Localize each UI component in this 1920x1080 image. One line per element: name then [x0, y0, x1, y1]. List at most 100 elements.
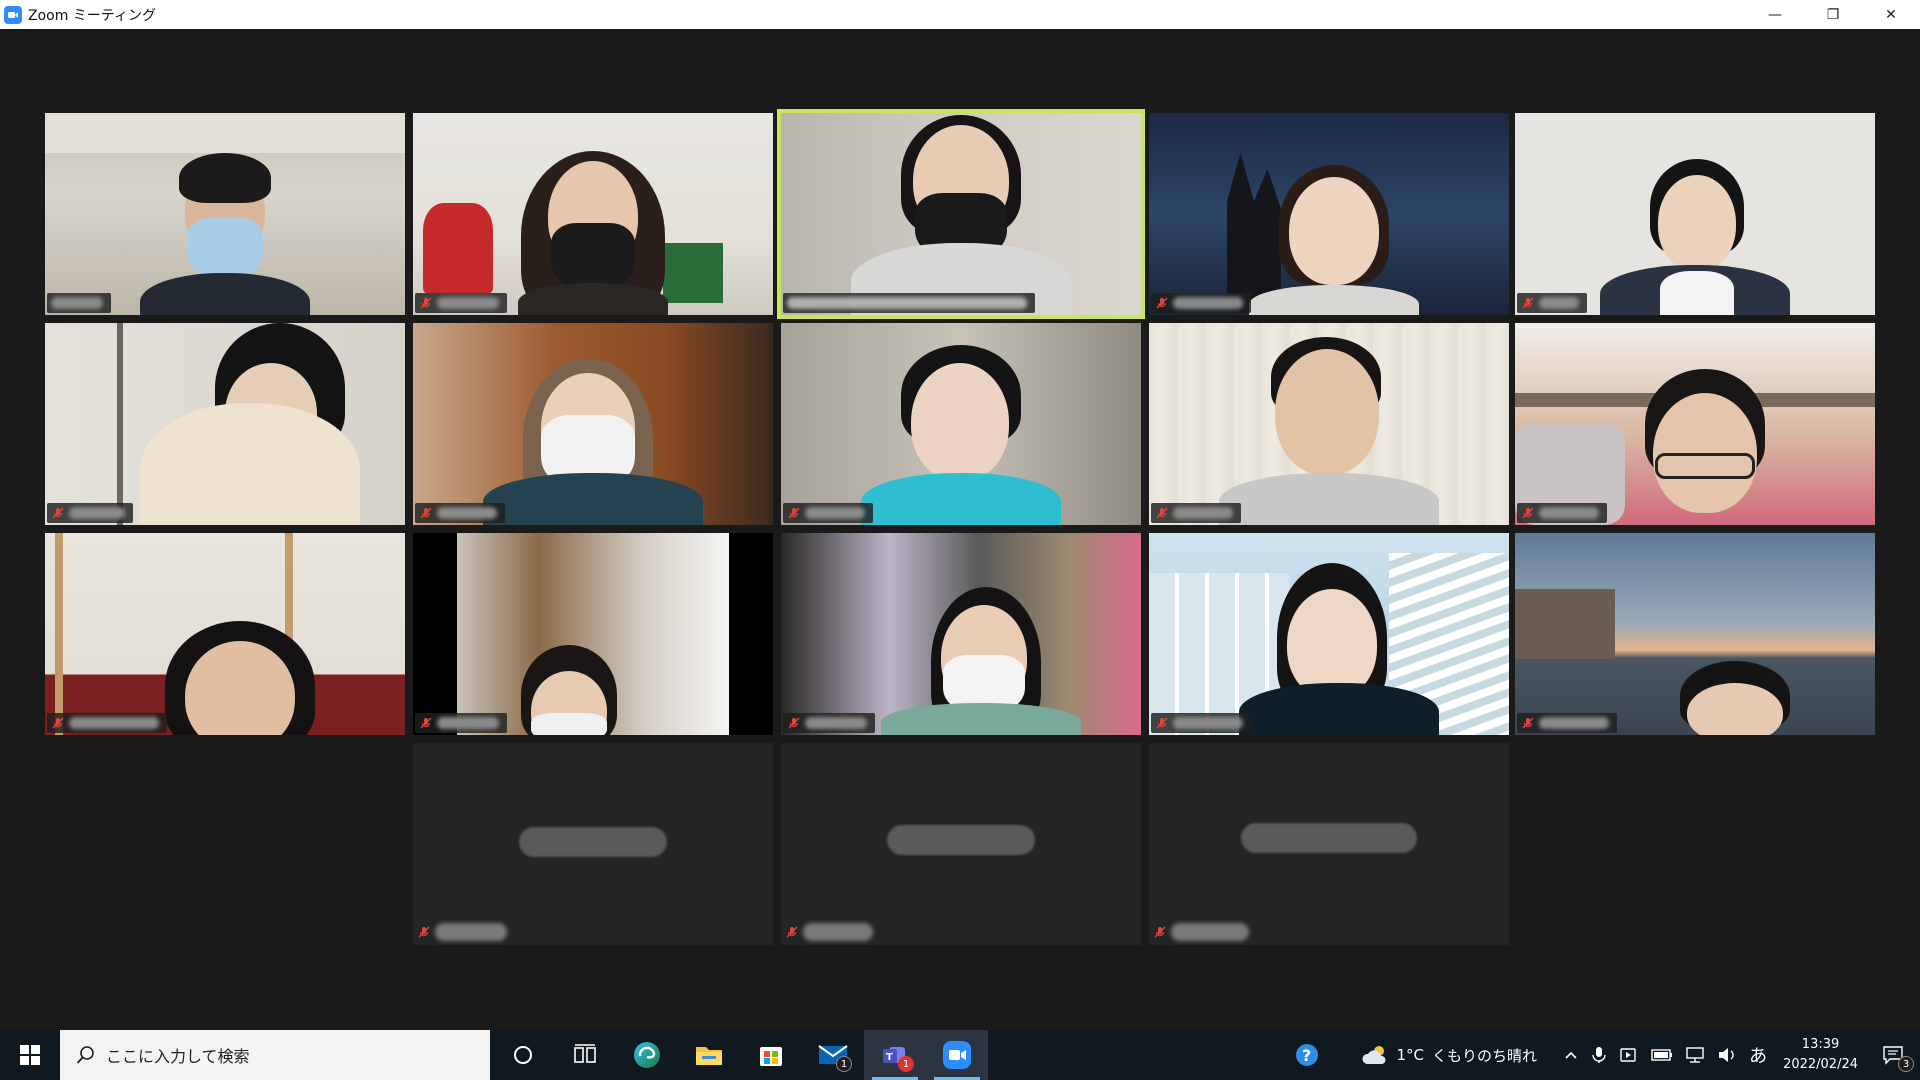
participant-name [69, 507, 125, 519]
mail-taskbar-button[interactable]: 1 [802, 1030, 864, 1080]
participant-name [437, 507, 497, 519]
muted-mic-icon [786, 926, 798, 938]
cloud-sun-icon [1361, 1046, 1386, 1064]
video-tile[interactable] [781, 533, 1141, 735]
video-tile[interactable] [1515, 113, 1875, 315]
participant-name [1539, 717, 1609, 729]
meet-now-icon [1620, 1048, 1636, 1062]
video-tile[interactable] [45, 113, 405, 315]
participant-name [437, 717, 499, 729]
microphone-tray-icon[interactable] [1585, 1030, 1613, 1080]
zoom-taskbar-button[interactable] [926, 1030, 988, 1080]
teams-taskbar-button[interactable]: T 1 [864, 1030, 926, 1080]
show-hidden-icons-button[interactable] [1557, 1030, 1585, 1080]
zoom-app-icon [4, 5, 22, 24]
muted-mic-icon [420, 507, 432, 519]
mail-unread-badge: 1 [836, 1056, 852, 1072]
minimize-button[interactable]: — [1746, 0, 1804, 29]
taskbar-clock[interactable]: 13:39 2022/02/24 [1773, 1035, 1868, 1075]
action-center-button[interactable]: 3 [1868, 1030, 1920, 1080]
svg-text:?: ? [1302, 1046, 1311, 1065]
video-tile[interactable] [1149, 113, 1509, 315]
participant-name-tag [783, 293, 1035, 313]
task-view-button[interactable] [554, 1030, 616, 1080]
close-button[interactable]: ✕ [1862, 0, 1920, 29]
video-tile-active-speaker[interactable] [777, 109, 1145, 319]
windows-taskbar: ここに入力して検索 1 T 1 ? 1°C くもりのち晴れ あ 13:39 20… [0, 1030, 1920, 1080]
taskbar-search-box[interactable]: ここに入力して検索 [60, 1030, 490, 1080]
muted-mic-icon [420, 297, 432, 309]
network-tray-icon[interactable] [1679, 1030, 1711, 1080]
weather-widget[interactable]: 1°C くもりのち晴れ [1355, 1030, 1558, 1080]
task-view-icon [574, 1044, 596, 1063]
microphone-icon [1592, 1047, 1606, 1063]
participant-name-tag [47, 293, 111, 313]
video-tile[interactable] [413, 323, 773, 525]
participant-name-tag [415, 713, 507, 733]
participant-name-tag [417, 921, 507, 943]
restore-button[interactable]: ❐ [1804, 0, 1862, 29]
video-tile[interactable] [1149, 533, 1509, 735]
participant-name-placeholder [887, 825, 1035, 855]
participant-name-tag [1517, 293, 1587, 313]
battery-icon [1651, 1049, 1673, 1061]
participant-name-tag [415, 503, 505, 523]
folder-icon [696, 1047, 722, 1065]
weather-temperature: 1°C [1396, 1046, 1425, 1064]
help-tray-button[interactable]: ? [1293, 1030, 1355, 1080]
windows-logo-icon [20, 1045, 40, 1065]
video-off-tile[interactable] [781, 743, 1141, 945]
svg-text:T: T [886, 1052, 893, 1063]
participant-name [1539, 297, 1579, 309]
muted-mic-icon [1522, 507, 1534, 519]
edge-taskbar-button[interactable] [616, 1030, 678, 1080]
start-button[interactable] [0, 1030, 60, 1080]
video-tile[interactable] [1149, 323, 1509, 525]
ime-indicator[interactable]: あ [1743, 1030, 1773, 1080]
battery-tray-icon[interactable] [1645, 1030, 1679, 1080]
muted-mic-icon [1156, 717, 1168, 729]
video-tile[interactable] [413, 533, 773, 735]
participant-name [1173, 717, 1243, 729]
participant-name [1173, 507, 1233, 519]
video-tile[interactable] [45, 533, 405, 735]
video-off-tile[interactable] [1149, 743, 1509, 945]
participant-name-tag [1151, 293, 1251, 313]
video-tile[interactable] [1515, 533, 1875, 735]
volume-tray-icon[interactable] [1711, 1030, 1743, 1080]
video-off-tile[interactable] [413, 743, 773, 945]
chevron-up-icon [1565, 1051, 1577, 1059]
muted-mic-icon [1522, 717, 1534, 729]
notification-count-badge: 3 [1898, 1056, 1914, 1072]
participant-name-tag [1151, 713, 1251, 733]
cortana-circle-icon [514, 1046, 532, 1064]
microsoft-store-taskbar-button[interactable] [740, 1030, 802, 1080]
participant-name [787, 297, 1027, 309]
participant-name-tag [1151, 503, 1241, 523]
network-ethernet-icon [1686, 1047, 1704, 1063]
muted-mic-icon [420, 717, 432, 729]
video-tile[interactable] [1515, 323, 1875, 525]
video-tile[interactable] [413, 113, 773, 315]
search-placeholder: ここに入力して検索 [106, 1047, 250, 1066]
participant-name-placeholder [1241, 823, 1417, 853]
window-title: Zoom ミーティング [28, 7, 156, 24]
meet-now-tray-icon[interactable] [1613, 1030, 1645, 1080]
speaker-volume-icon [1719, 1048, 1734, 1062]
teams-notification-badge: 1 [898, 1056, 914, 1072]
muted-mic-icon [788, 507, 800, 519]
video-tile[interactable] [781, 323, 1141, 525]
muted-mic-icon [788, 717, 800, 729]
edge-browser-icon [634, 1042, 660, 1068]
participant-name [805, 507, 865, 519]
cortana-button[interactable] [492, 1030, 554, 1080]
search-icon [76, 1046, 94, 1064]
participant-name-placeholder [519, 827, 667, 857]
participant-name-tag [783, 503, 873, 523]
participant-name-tag [1517, 503, 1607, 523]
system-tray: ? 1°C くもりのち晴れ あ 13:39 2022/02/24 3 [1293, 1030, 1920, 1080]
weather-description: くもりのち晴れ [1432, 1046, 1538, 1065]
video-tile[interactable] [45, 323, 405, 525]
clock-date: 2022/02/24 [1783, 1057, 1858, 1072]
file-explorer-taskbar-button[interactable] [678, 1030, 740, 1080]
